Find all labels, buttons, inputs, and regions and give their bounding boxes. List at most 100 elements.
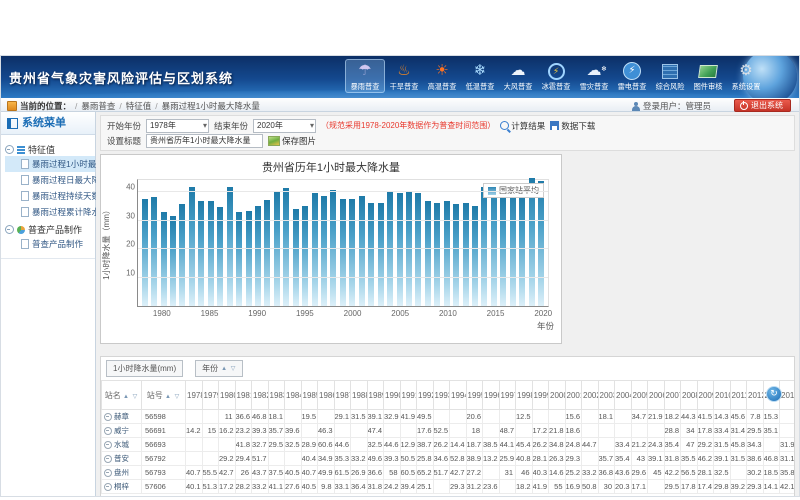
sidebar-item-暴雨过程1小时最大降水量[interactable]: 暴雨过程1小时最大降水量 xyxy=(5,156,95,172)
sidebar-item-暴雨过程持续天数[interactable]: 暴雨过程持续天数 xyxy=(5,188,95,204)
sort-icons[interactable]: ▲ ▽ xyxy=(221,365,236,372)
year-header-2001[interactable]: 2001 xyxy=(565,381,582,410)
table-row-赫章[interactable]: 赫章565981136.646.818.119.529.131.539.132.… xyxy=(102,410,795,424)
year-header-2007[interactable]: 2007 xyxy=(664,381,681,410)
year-column-chip[interactable]: 年份 ▲ ▽ xyxy=(195,360,243,377)
bar-1984[interactable] xyxy=(198,201,204,306)
year-header-2003[interactable]: 2003 xyxy=(598,381,615,410)
bar-2005[interactable] xyxy=(397,193,403,306)
bar-2007[interactable] xyxy=(415,193,421,307)
bar-1991[interactable] xyxy=(264,200,270,306)
bar-2015[interactable] xyxy=(491,183,497,306)
expand-icon[interactable] xyxy=(104,455,112,463)
table-row-盘州[interactable]: 盘州5679340.755.542.72643.737.540.540.749.… xyxy=(102,466,795,480)
breadcrumb-part[interactable]: 暴雨过程1小时最大降水量 xyxy=(162,100,260,112)
start-year-select[interactable]: 1978年 xyxy=(146,119,209,133)
bar-1993[interactable] xyxy=(283,188,289,306)
station-id-header[interactable]: 站号 ▲ ▽ xyxy=(142,381,186,410)
bar-1994[interactable] xyxy=(293,209,299,306)
table-row-威宁[interactable]: 威宁5669114.21516.223.239.335.739.646.347.… xyxy=(102,424,795,438)
calculate-button[interactable]: 计算结果 xyxy=(500,120,545,132)
table-row-普安[interactable]: 普安5679229.229.451.740.434.935.333.249.63… xyxy=(102,452,795,466)
bar-1996[interactable] xyxy=(312,193,318,307)
expand-icon[interactable] xyxy=(104,469,112,477)
bar-2010[interactable] xyxy=(444,201,450,307)
sidebar-group-特征值[interactable]: 特征值 xyxy=(5,143,95,156)
bar-2003[interactable] xyxy=(378,203,384,307)
year-header-1985[interactable]: 1985 xyxy=(301,381,318,410)
year-header-1986[interactable]: 1986 xyxy=(318,381,335,410)
year-header-2009[interactable]: 2009 xyxy=(697,381,714,410)
bar-2001[interactable] xyxy=(359,196,365,306)
breadcrumb-part[interactable]: 暴雨普查 xyxy=(81,100,115,112)
year-header-1994[interactable]: 1994 xyxy=(450,381,467,410)
year-header-2006[interactable]: 2006 xyxy=(648,381,665,410)
year-header-1987[interactable]: 1987 xyxy=(334,381,351,410)
year-header-1979[interactable]: 1979 xyxy=(202,381,219,410)
pivot-float-button[interactable]: ↻ xyxy=(766,386,782,402)
bar-2012[interactable] xyxy=(463,203,469,306)
chart-title-input[interactable]: 贵州省历年1小时最大降水量 xyxy=(146,134,263,148)
year-header-1980[interactable]: 1980 xyxy=(219,381,236,410)
toolbar-item-综合风险[interactable]: 综合风险 xyxy=(651,59,689,93)
breadcrumb-part[interactable]: 特征值 xyxy=(126,100,152,112)
bar-1999[interactable] xyxy=(340,199,346,306)
bar-2018[interactable] xyxy=(519,195,525,306)
sidebar-group-普查产品制作[interactable]: 普查产品制作 xyxy=(5,223,95,236)
bar-2016[interactable] xyxy=(500,196,506,306)
bar-1988[interactable] xyxy=(236,212,242,306)
year-header-1992[interactable]: 1992 xyxy=(417,381,434,410)
year-header-2012[interactable]: 2012 xyxy=(747,381,764,410)
year-header-1999[interactable]: 1999 xyxy=(532,381,549,410)
year-header-2008[interactable]: 2008 xyxy=(681,381,698,410)
bar-2009[interactable] xyxy=(434,203,440,306)
bar-1979[interactable] xyxy=(151,197,157,306)
sort-icons[interactable]: ▲ ▽ xyxy=(165,394,180,400)
toolbar-item-暴雨普查[interactable]: ☂暴雨普查 xyxy=(345,59,385,93)
bar-1983[interactable] xyxy=(189,187,195,306)
sidebar-item-暴雨过程累计降水量[interactable]: 暴雨过程累计降水量 xyxy=(5,204,95,220)
download-button[interactable]: 数据下载 xyxy=(550,120,595,132)
year-header-2011[interactable]: 2011 xyxy=(730,381,747,410)
toolbar-item-低温普查[interactable]: ❄低温普查 xyxy=(461,59,499,93)
year-header-2000[interactable]: 2000 xyxy=(549,381,566,410)
bar-1985[interactable] xyxy=(208,201,214,306)
year-header-1990[interactable]: 1990 xyxy=(384,381,401,410)
station-name-header[interactable]: 站名 ▲ ▽ xyxy=(102,381,142,410)
bar-2008[interactable] xyxy=(425,201,431,306)
bar-1989[interactable] xyxy=(246,211,252,306)
table-row-桐梓[interactable]: 桐梓5760640.151.317.228.233.241.127.640.59… xyxy=(102,480,795,494)
year-header-2002[interactable]: 2002 xyxy=(582,381,599,410)
pivot-table-wrap[interactable]: 站名 ▲ ▽站号 ▲ ▽1978197919801981198219831984… xyxy=(101,380,794,494)
sidebar-item-普查产品制作[interactable]: 普查产品制作 xyxy=(5,236,95,252)
collapse-icon[interactable] xyxy=(5,225,14,234)
year-header-1978[interactable]: 1978 xyxy=(186,381,203,410)
year-header-1983[interactable]: 1983 xyxy=(268,381,285,410)
bar-1987[interactable] xyxy=(227,187,233,306)
expand-icon[interactable] xyxy=(104,427,112,435)
toolbar-item-干旱普查[interactable]: ♨干旱普查 xyxy=(385,59,423,93)
year-header-1993[interactable]: 1993 xyxy=(433,381,450,410)
bar-2000[interactable] xyxy=(349,199,355,306)
year-header-2005[interactable]: 2005 xyxy=(631,381,648,410)
bar-1990[interactable] xyxy=(255,206,261,306)
bar-1978[interactable] xyxy=(142,199,148,306)
bar-1997[interactable] xyxy=(321,196,327,306)
toolbar-item-图件审核[interactable]: 图件审核 xyxy=(689,59,727,93)
toolbar-item-系统设置[interactable]: ⚙系统设置 xyxy=(727,59,765,93)
toolbar-item-雪灾普查[interactable]: ☁❄雪灾普查 xyxy=(575,59,613,93)
collapse-icon[interactable] xyxy=(5,145,14,154)
year-header-2010[interactable]: 2010 xyxy=(714,381,731,410)
year-header-1989[interactable]: 1989 xyxy=(367,381,384,410)
year-header-1996[interactable]: 1996 xyxy=(483,381,500,410)
bar-2013[interactable] xyxy=(472,206,478,306)
expand-icon[interactable] xyxy=(104,413,112,421)
year-header-1998[interactable]: 1998 xyxy=(516,381,533,410)
year-header-1988[interactable]: 1988 xyxy=(351,381,368,410)
expand-icon[interactable] xyxy=(104,441,112,449)
toolbar-item-雷电普查[interactable]: ⚡雷电普查 xyxy=(613,59,651,93)
year-header-1995[interactable]: 1995 xyxy=(466,381,483,410)
year-header-1982[interactable]: 1982 xyxy=(252,381,269,410)
sort-icons[interactable]: ▲ ▽ xyxy=(123,394,138,400)
toolbar-item-冰雹普查[interactable]: ⚡冰雹普查 xyxy=(537,59,575,93)
